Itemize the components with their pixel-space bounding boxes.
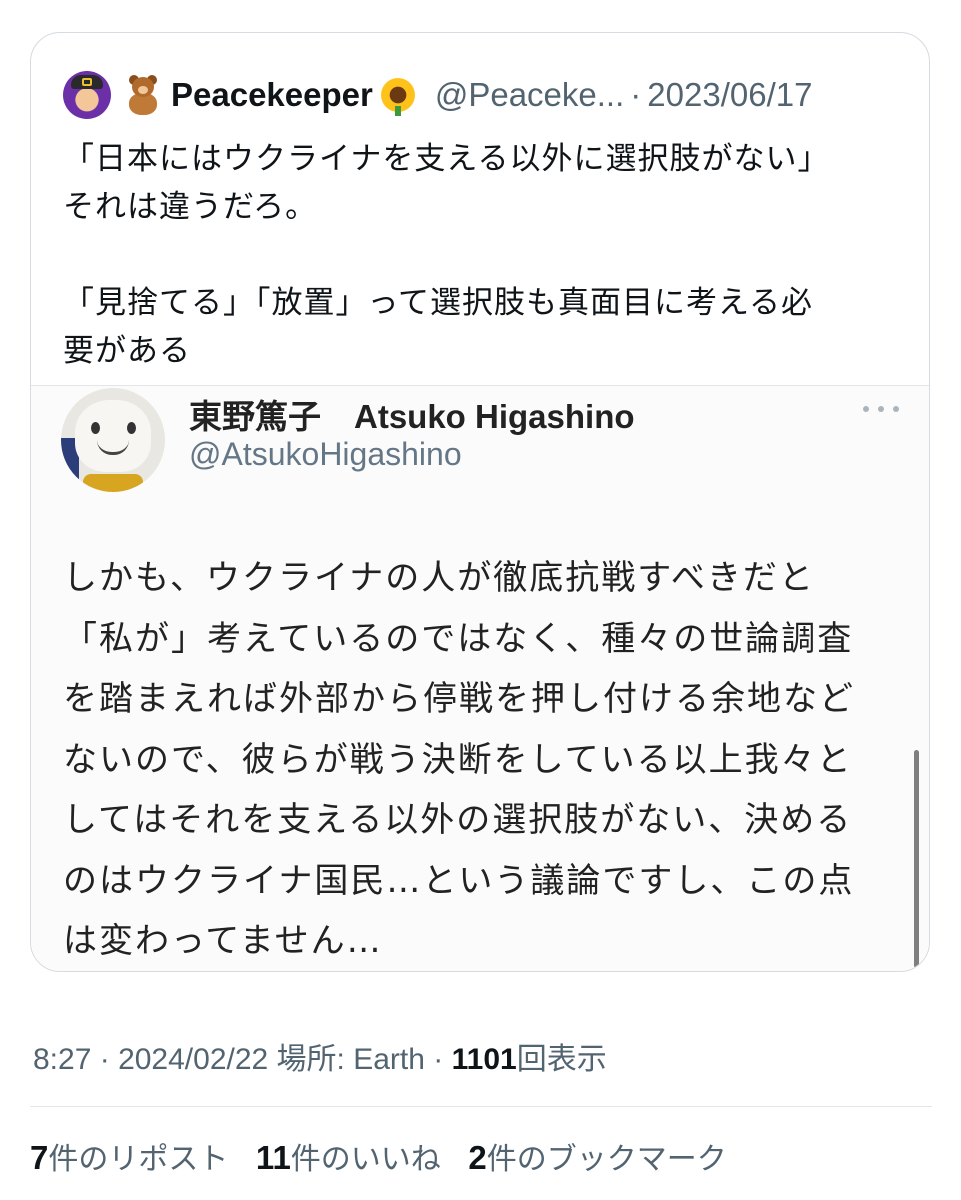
quoted-tweet-card[interactable]: Peacekeeper @Peaceke... · 2023/06/17 「日本…: [30, 32, 930, 972]
views-count: 1101: [451, 1043, 517, 1076]
quoted-handle: @Peaceke...: [434, 76, 625, 113]
embedded-screenshot-image[interactable]: 東野篤子 Atsuko Higashino @AtsukoHigashino し…: [31, 385, 929, 971]
embedded-tweet-text: しかも、ウクライナの人が徹底抗戦すべきだと 「私が」考えているのではなく、種々の…: [63, 558, 855, 961]
more-options-icon: [863, 404, 899, 414]
bookmarks-stat[interactable]: 2件のブックマーク: [468, 1139, 727, 1177]
likes-count: 11: [255, 1139, 291, 1176]
tweet-date[interactable]: 2024/02/22: [118, 1043, 268, 1076]
reposts-stat[interactable]: 7件のリポスト: [30, 1139, 229, 1177]
tweet-metadata: 8:27 · 2024/02/22 場所: Earth · 1101回表示: [33, 1034, 607, 1078]
quoted-tweet-text: 「日本にはウクライナを支える以外に選択肢がない」 それは違うだろ。 「見捨てる」…: [63, 141, 830, 369]
bookmarks-count: 2: [468, 1139, 487, 1176]
quoted-tweet-header: Peacekeeper @Peaceke... · 2023/06/17: [63, 67, 909, 123]
quoted-date: 2023/06/17: [647, 76, 813, 113]
avatar[interactable]: [63, 71, 111, 119]
likes-label: 件のいいね: [290, 1142, 441, 1177]
tweet-location: 場所: Earth: [268, 1043, 425, 1076]
reposts-count: 7: [30, 1139, 49, 1176]
header-separator: ·: [630, 76, 642, 113]
embedded-handle: @AtsukoHigashino: [189, 436, 462, 472]
teddy-bear-icon: [123, 75, 163, 115]
embedded-display-name: 東野篤子 Atsuko Higashino: [189, 398, 635, 435]
embedded-avatar: [61, 388, 165, 492]
meta-separator: ·: [91, 1043, 119, 1076]
divider: [30, 1106, 932, 1107]
bookmarks-label: 件のブックマーク: [486, 1142, 727, 1177]
sunflower-icon: [378, 76, 417, 116]
scrollbar: [914, 750, 919, 968]
engagement-stats: 7件のリポスト 11件のいいね 2件のブックマーク: [30, 1134, 745, 1178]
meta-separator: ·: [424, 1043, 452, 1076]
tweet-time[interactable]: 8:27: [33, 1043, 91, 1076]
likes-stat[interactable]: 11件のいいね: [255, 1139, 441, 1177]
quoted-display-name[interactable]: Peacekeeper: [171, 76, 373, 114]
reposts-label: 件のリポスト: [48, 1142, 229, 1177]
views-label: 回表示: [516, 1042, 607, 1077]
